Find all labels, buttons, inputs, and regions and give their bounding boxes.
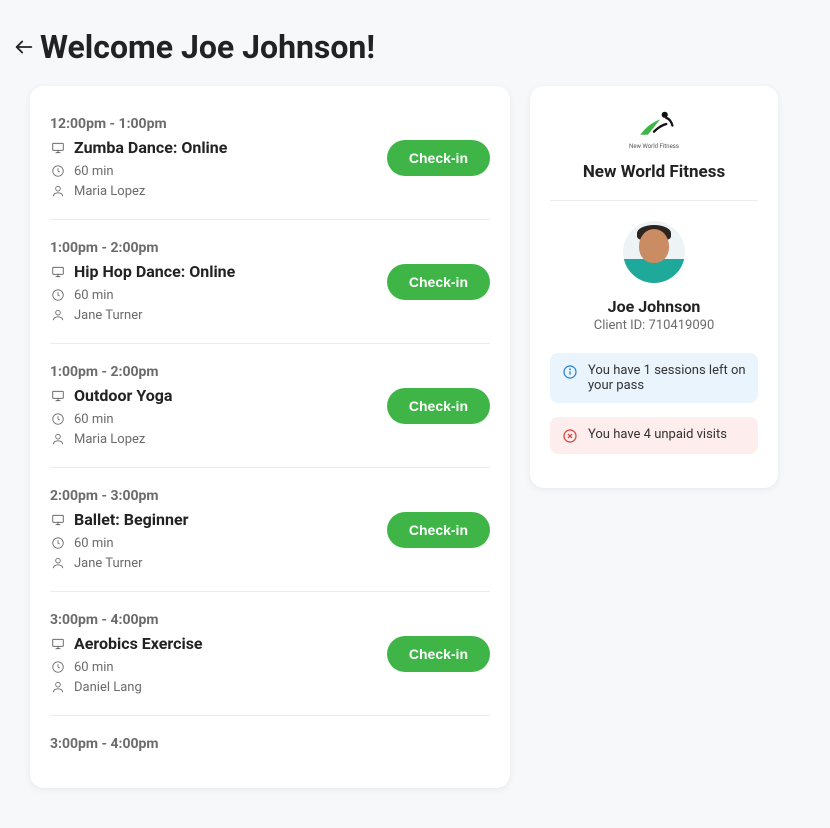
- class-instructor: Daniel Lang: [74, 680, 142, 695]
- info-icon: [562, 364, 578, 380]
- check-in-button[interactable]: Check-in: [387, 140, 490, 176]
- gym-logo: New World Fitness: [550, 106, 758, 162]
- class-duration: 60 min: [74, 412, 114, 427]
- class-instructor: Jane Turner: [74, 308, 143, 323]
- clock-icon: [50, 163, 66, 179]
- person-icon: [50, 307, 66, 323]
- clock-icon: [50, 659, 66, 675]
- alert-warning: You have 4 unpaid visits: [550, 417, 758, 454]
- check-in-button[interactable]: Check-in: [387, 636, 490, 672]
- class-time: 2:00pm - 3:00pm: [50, 488, 387, 504]
- client-name: Joe Johnson: [550, 297, 758, 316]
- monitor-icon: [50, 636, 66, 652]
- check-in-button[interactable]: Check-in: [387, 512, 490, 548]
- class-time: 1:00pm - 2:00pm: [50, 364, 387, 380]
- gym-logo-label: New World Fitness: [629, 143, 679, 150]
- class-title: Ballet: Beginner: [74, 510, 188, 529]
- page-header: Welcome Joe Johnson!: [0, 0, 830, 86]
- class-instructor: Maria Lopez: [74, 432, 145, 447]
- profile-card: New World Fitness New World Fitness Joe …: [530, 86, 778, 488]
- clock-icon: [50, 535, 66, 551]
- check-in-button[interactable]: Check-in: [387, 388, 490, 424]
- alert-text: You have 1 sessions left on your pass: [588, 363, 746, 393]
- class-duration: 60 min: [74, 288, 114, 303]
- class-title: Outdoor Yoga: [74, 386, 172, 405]
- gym-name: New World Fitness: [550, 162, 758, 182]
- class-title: Hip Hop Dance: Online: [74, 262, 235, 281]
- client-id: Client ID: 710419090: [550, 318, 758, 333]
- alert-text: You have 4 unpaid visits: [588, 427, 727, 442]
- class-time: 3:00pm - 4:00pm: [50, 736, 490, 752]
- monitor-icon: [50, 388, 66, 404]
- class-duration: 60 min: [74, 660, 114, 675]
- monitor-icon: [50, 140, 66, 156]
- person-icon: [50, 679, 66, 695]
- class-item: 3:00pm - 4:00pm: [50, 726, 490, 778]
- clock-icon: [50, 287, 66, 303]
- class-time: 12:00pm - 1:00pm: [50, 116, 387, 132]
- class-title: Zumba Dance: Online: [74, 138, 227, 157]
- back-arrow-icon[interactable]: [12, 35, 36, 59]
- class-item: 1:00pm - 2:00pm Hip Hop Dance: Online 60 m…: [50, 230, 490, 344]
- class-list-card: 12:00pm - 1:00pm Zumba Dance: Online 60 mi…: [30, 86, 510, 788]
- class-item: 3:00pm - 4:00pm Aerobics Exercise 60 min Da…: [50, 602, 490, 716]
- class-time: 1:00pm - 2:00pm: [50, 240, 387, 256]
- class-instructor: Jane Turner: [74, 556, 143, 571]
- class-item: 1:00pm - 2:00pm Outdoor Yoga 60 min Maria L…: [50, 354, 490, 468]
- class-duration: 60 min: [74, 536, 114, 551]
- check-in-button[interactable]: Check-in: [387, 264, 490, 300]
- class-item: 2:00pm - 3:00pm Ballet: Beginner 60 min Jan…: [50, 478, 490, 592]
- clock-icon: [50, 411, 66, 427]
- class-duration: 60 min: [74, 164, 114, 179]
- class-item: 12:00pm - 1:00pm Zumba Dance: Online 60 mi…: [50, 106, 490, 220]
- divider: [550, 200, 758, 201]
- page-title: Welcome Joe Johnson!: [40, 28, 375, 66]
- avatar: [623, 221, 685, 283]
- class-time: 3:00pm - 4:00pm: [50, 612, 387, 628]
- alert-info: You have 1 sessions left on your pass: [550, 353, 758, 403]
- person-icon: [50, 183, 66, 199]
- monitor-icon: [50, 512, 66, 528]
- person-icon: [50, 431, 66, 447]
- x-circle-icon: [562, 428, 578, 444]
- person-icon: [50, 555, 66, 571]
- monitor-icon: [50, 264, 66, 280]
- class-title: Aerobics Exercise: [74, 634, 203, 653]
- class-instructor: Maria Lopez: [74, 184, 145, 199]
